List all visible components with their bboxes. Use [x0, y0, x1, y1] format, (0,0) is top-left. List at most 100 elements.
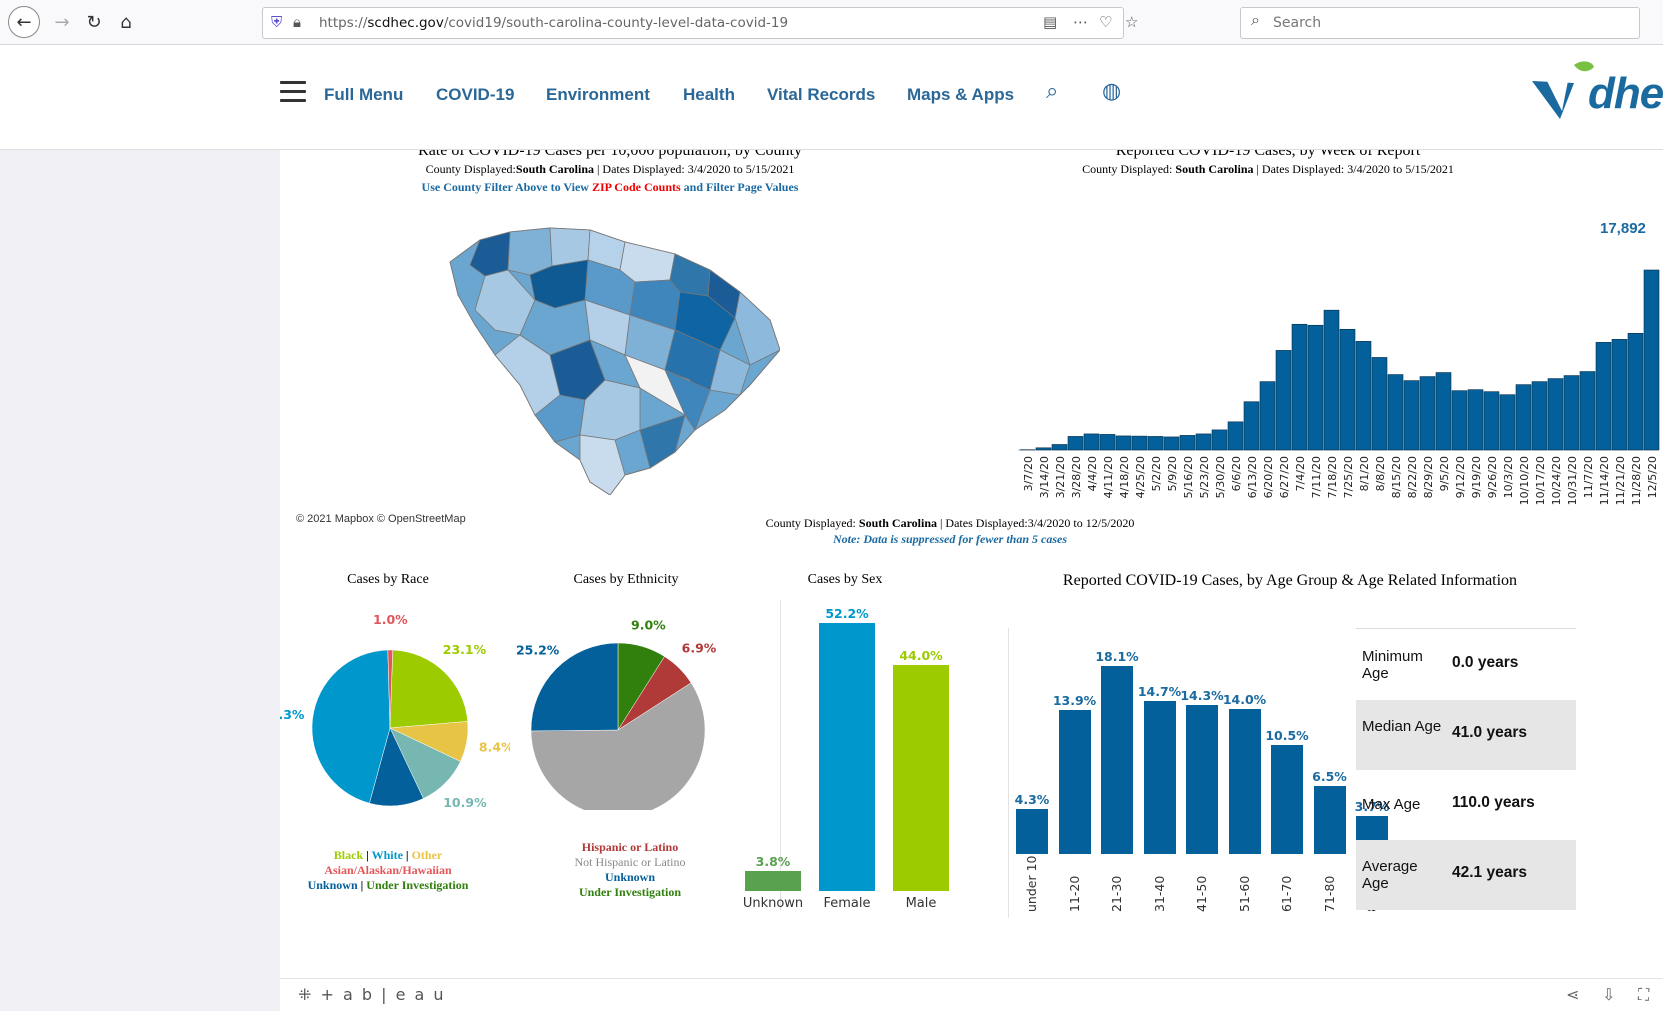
- weekly-bar[interactable]: [1324, 310, 1339, 450]
- weekly-cases-chart[interactable]: 3/7/203/14/203/21/203/28/204/4/204/11/20…: [1018, 205, 1663, 525]
- weekly-bar[interactable]: [1420, 377, 1435, 450]
- weekly-bar[interactable]: [1052, 444, 1067, 450]
- fullscreen-icon[interactable]: ⛶: [1638, 985, 1649, 1005]
- weekly-bar[interactable]: [1404, 381, 1419, 450]
- search-box[interactable]: ⌕ Search: [1240, 7, 1640, 39]
- age-bar[interactable]: [1101, 666, 1133, 854]
- weekly-tick-label: 9/19/20: [1470, 456, 1483, 498]
- weekly-bar[interactable]: [1580, 372, 1595, 450]
- sex-bar[interactable]: [745, 871, 801, 891]
- bookmark-star-icon[interactable]: ☆: [1125, 13, 1138, 31]
- weekly-tick-label: 5/23/20: [1198, 456, 1211, 498]
- weekly-bar[interactable]: [1388, 375, 1403, 450]
- weekly-bar[interactable]: [1260, 382, 1275, 450]
- sex-bar[interactable]: [819, 623, 875, 891]
- weekly-bar[interactable]: [1308, 325, 1323, 450]
- weekly-tick-label: 11/28/20: [1630, 456, 1643, 505]
- tableau-logo[interactable]: ⁜ + a b | e a u: [298, 985, 446, 1004]
- weekly-bar[interactable]: [1180, 435, 1195, 450]
- weekly-bar[interactable]: [1132, 436, 1147, 450]
- ethnicity-pie-chart[interactable]: 9.0%6.9%59.0%25.2%: [510, 590, 740, 810]
- home-icon[interactable]: ⌂: [112, 8, 140, 36]
- weekly-bar[interactable]: [1164, 437, 1179, 450]
- weekly-bar[interactable]: [1292, 324, 1307, 450]
- back-icon[interactable]: ←: [8, 6, 40, 38]
- weekly-bar[interactable]: [1548, 379, 1563, 450]
- nav-vital-records[interactable]: Vital Records: [767, 85, 875, 105]
- weekly-bar[interactable]: [1532, 382, 1547, 450]
- pocket-icon[interactable]: ♡: [1099, 13, 1112, 31]
- weekly-bar[interactable]: [1276, 350, 1291, 450]
- weekly-bar[interactable]: [1564, 376, 1579, 450]
- weekly-bar[interactable]: [1484, 392, 1499, 450]
- weekly-bar[interactable]: [1356, 341, 1371, 450]
- reader-view-icon[interactable]: ▤: [1043, 13, 1057, 31]
- pie-slice[interactable]: [390, 650, 468, 728]
- age-bar[interactable]: [1314, 786, 1346, 854]
- forward-icon[interactable]: →: [48, 8, 76, 36]
- legend-eth-unknown: Unknown: [530, 870, 730, 885]
- sex-bar[interactable]: [893, 665, 949, 891]
- search-icon[interactable]: ⌕: [1046, 79, 1058, 104]
- county-shape[interactable]: [508, 228, 552, 275]
- weekly-bar[interactable]: [1100, 434, 1115, 450]
- weekly-tick-label: 9/5/20: [1438, 456, 1451, 491]
- weekly-bar[interactable]: [1500, 395, 1515, 450]
- download-icon[interactable]: ⇩: [1602, 985, 1615, 1004]
- hamburger-menu-icon[interactable]: [280, 81, 306, 103]
- weekly-bar[interactable]: [1196, 434, 1211, 450]
- nav-health[interactable]: Health: [683, 85, 735, 105]
- pie-data-label: 8.4%: [479, 739, 510, 754]
- sex-bar-chart[interactable]: 3.8%Unknown52.2%Female44.0%Male: [780, 605, 1000, 915]
- age-bar[interactable]: [1229, 709, 1261, 854]
- weekly-bar[interactable]: [1084, 434, 1099, 450]
- weekly-bar[interactable]: [1596, 342, 1611, 450]
- county-shape[interactable]: [470, 232, 510, 276]
- weekly-bar[interactable]: [1116, 436, 1131, 450]
- weekly-dates: | Dates Displayed: 3/4/2020 to 5/15/2021: [1254, 162, 1454, 176]
- weekly-bar[interactable]: [1628, 333, 1643, 450]
- weekly-bar[interactable]: [1372, 357, 1387, 450]
- weekly-bar[interactable]: [1036, 448, 1051, 450]
- reload-icon[interactable]: ↻: [80, 8, 108, 36]
- age-bar[interactable]: [1144, 701, 1176, 854]
- weekly-bar[interactable]: [1148, 436, 1163, 450]
- weekly-bar[interactable]: [1436, 373, 1451, 450]
- age-bar[interactable]: [1186, 705, 1218, 854]
- weekly-bar[interactable]: [1516, 385, 1531, 450]
- race-pie-chart[interactable]: 23.1%8.4%10.9%11.3%45.3%1.0%: [280, 590, 510, 810]
- more-actions-icon[interactable]: ⋯: [1073, 13, 1088, 31]
- weekly-bar[interactable]: [1068, 436, 1083, 450]
- dhec-logo[interactable]: dhec: [1530, 59, 1663, 125]
- nav-covid-19[interactable]: COVID-19: [436, 85, 514, 105]
- weekly-tick-label: 5/30/20: [1214, 456, 1227, 498]
- weekly-bar[interactable]: [1212, 430, 1227, 450]
- stat-label: Average Age: [1362, 858, 1442, 892]
- age-bar[interactable]: [1016, 809, 1048, 854]
- nav-environment[interactable]: Environment: [546, 85, 650, 105]
- globe-icon[interactable]: ◍: [1102, 79, 1121, 104]
- url-bar[interactable]: ⛨ 🔒︎ https://scdhec.gov/covid19/south-ca…: [262, 7, 1124, 39]
- weekly-bar[interactable]: [1244, 402, 1259, 450]
- nav-full-menu[interactable]: Full Menu: [324, 85, 403, 105]
- share-icon[interactable]: ⋖: [1566, 985, 1579, 1004]
- weekly-bar[interactable]: [1452, 391, 1467, 450]
- race-title: Cases by Race: [308, 572, 468, 588]
- age-bar-chart[interactable]: 4.3%under 1013.9%11-2018.1%21-3014.7%31-…: [1010, 630, 1355, 920]
- weekly-bar[interactable]: [1644, 270, 1659, 450]
- shield-icon[interactable]: ⛨: [271, 13, 282, 31]
- sex-bar-value: 52.2%: [819, 606, 875, 621]
- tableau-dashboard: Rate of COVID-19 Cases per 10,000 popula…: [280, 150, 1663, 978]
- south-carolina-county-map[interactable]: [440, 220, 780, 495]
- weekly-bar[interactable]: [1468, 390, 1483, 450]
- stat-value: 110.0 years: [1452, 794, 1535, 812]
- weekly-bar[interactable]: [1228, 422, 1243, 450]
- age-bar[interactable]: [1271, 745, 1303, 854]
- county-shape[interactable]: [620, 242, 675, 282]
- weekly-bar[interactable]: [1340, 329, 1355, 450]
- url-text[interactable]: https://scdhec.gov/covid19/south-carolin…: [319, 15, 788, 31]
- nav-maps-apps[interactable]: Maps & Apps: [907, 85, 1014, 105]
- age-bar[interactable]: [1059, 710, 1091, 854]
- lock-icon[interactable]: 🔒︎: [293, 13, 301, 31]
- weekly-bar[interactable]: [1612, 339, 1627, 450]
